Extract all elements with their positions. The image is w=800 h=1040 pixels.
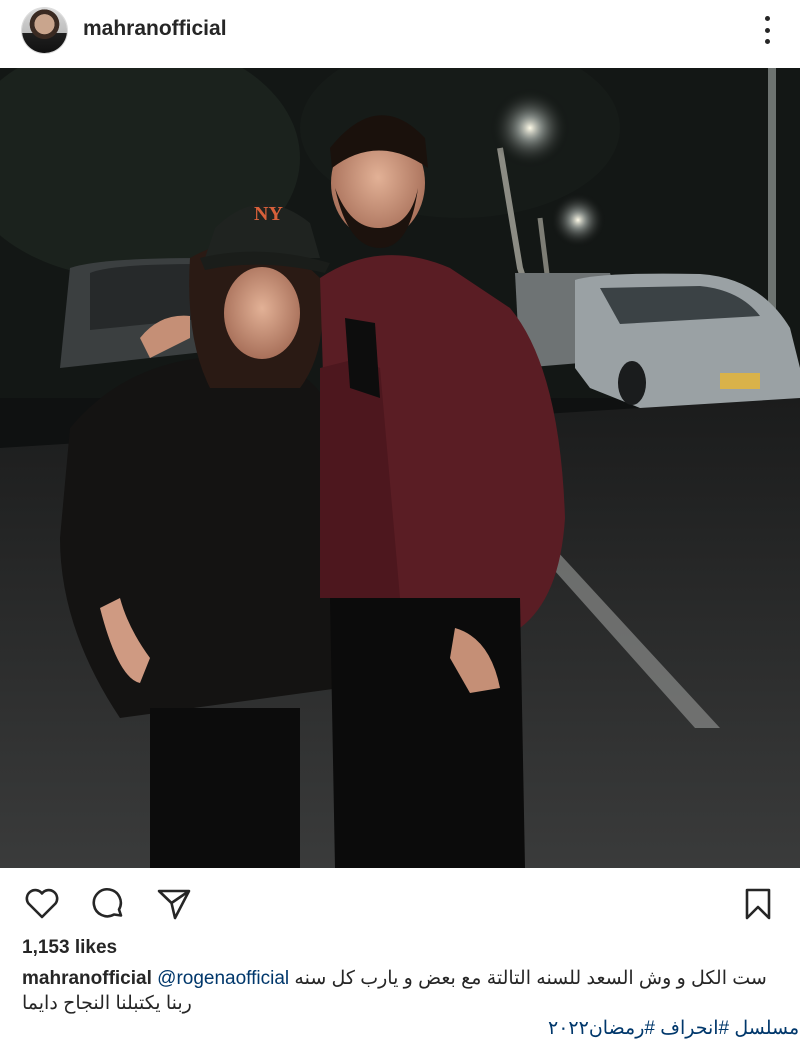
photo-scene: NY bbox=[0, 68, 800, 868]
save-button[interactable] bbox=[738, 885, 778, 923]
post-username[interactable]: mahranofficial bbox=[83, 17, 227, 41]
more-options-icon[interactable] bbox=[756, 16, 778, 44]
share-button[interactable] bbox=[154, 885, 194, 923]
caption-mention[interactable]: @rogenaofficial bbox=[157, 968, 289, 989]
caption-username[interactable]: mahranofficial bbox=[22, 968, 152, 989]
send-icon bbox=[157, 889, 191, 920]
heart-icon bbox=[25, 888, 59, 919]
post-photo[interactable]: NY bbox=[0, 68, 800, 868]
comment-button[interactable] bbox=[88, 885, 128, 923]
comment-icon bbox=[92, 888, 123, 918]
bookmark-icon bbox=[745, 888, 771, 920]
caption-line-2: ربنا يكتبلنا النجاح دايما bbox=[22, 993, 192, 1014]
svg-text:NY: NY bbox=[254, 203, 283, 225]
like-button[interactable] bbox=[22, 885, 62, 923]
caption-text: ست الكل و وش السعد للسنه التالتة مع بعض … bbox=[294, 968, 767, 989]
caption-hashtags[interactable]: مسلسل #انحراف #رمضان٢٠٢٢ bbox=[548, 1017, 799, 1040]
likes-count[interactable]: 1,153 likes bbox=[22, 937, 117, 959]
post-header: mahranofficial bbox=[0, 0, 800, 68]
profile-avatar[interactable] bbox=[22, 8, 67, 53]
caption-line-1: mahranofficial @rogenaofficial ست الكل و… bbox=[22, 966, 782, 992]
